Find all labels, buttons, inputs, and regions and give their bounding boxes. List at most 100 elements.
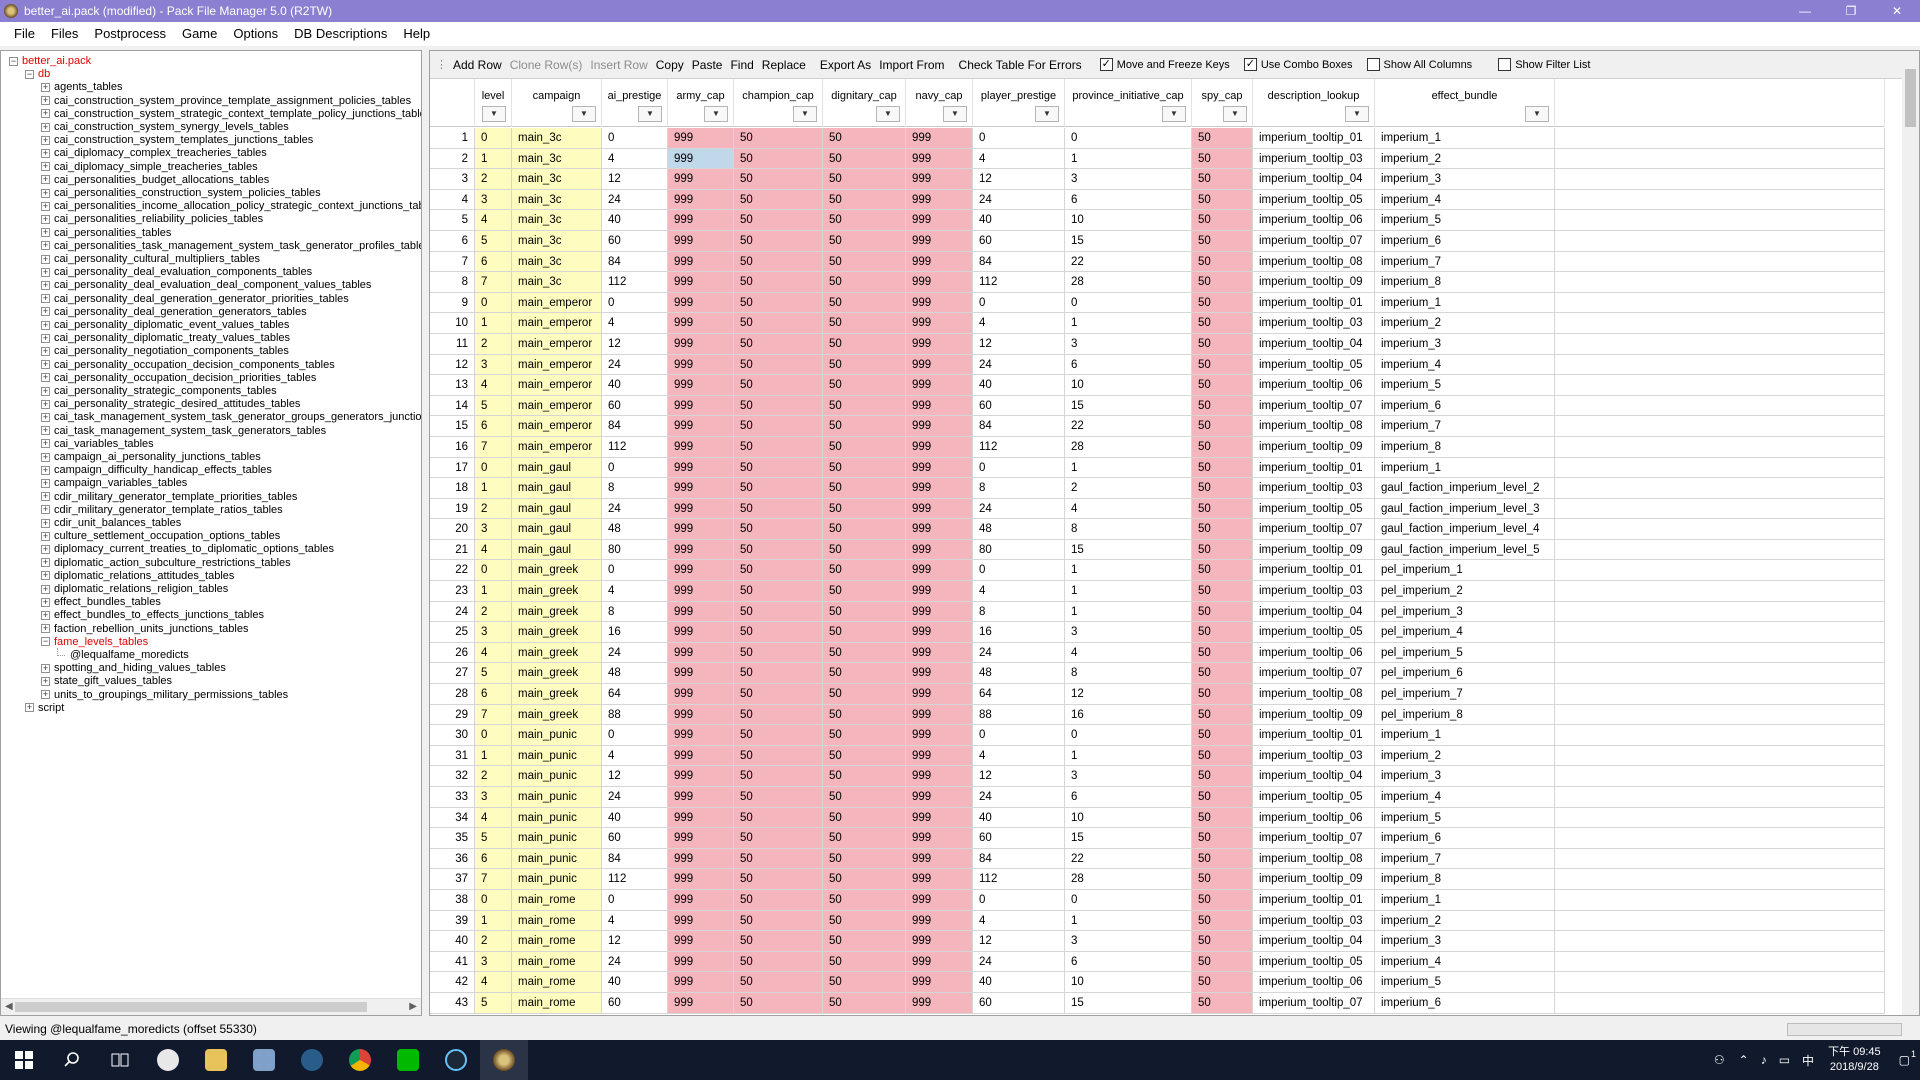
table-cell[interactable]: 6	[475, 251, 512, 273]
expand-icon[interactable]: +	[41, 254, 50, 264]
table-cell[interactable]: 84	[973, 848, 1065, 870]
table-cell[interactable]: 24	[973, 498, 1065, 520]
table-cell[interactable]: 84	[973, 251, 1065, 273]
table-cell[interactable]: 50	[734, 972, 823, 993]
table-cell[interactable]: main_gaul	[512, 457, 602, 479]
row-number[interactable]: 7	[430, 251, 475, 273]
table-cell[interactable]: 3	[1065, 622, 1192, 643]
table-cell[interactable]: imperium_2	[1375, 745, 1555, 767]
row-number[interactable]: 20	[430, 519, 475, 540]
row-number[interactable]: 41	[430, 951, 475, 973]
table-cell[interactable]: 50	[734, 704, 823, 726]
import-from-button[interactable]: Import From	[875, 58, 948, 72]
use-combo-boxes-checkbox[interactable]: ✓ Use Combo Boxes	[1243, 58, 1353, 71]
row-number[interactable]: 25	[430, 622, 475, 643]
table-cell[interactable]: imperium_tooltip_04	[1253, 333, 1375, 355]
table-cell[interactable]: 7	[475, 436, 512, 458]
table-cell[interactable]: 6	[1065, 354, 1192, 376]
table-cell[interactable]: 50	[823, 375, 906, 396]
table-cell[interactable]: 3	[1065, 931, 1192, 952]
row-number[interactable]: 30	[430, 725, 475, 746]
table-cell[interactable]: 50	[734, 436, 823, 458]
table-cell[interactable]: imperium_1	[1375, 725, 1555, 746]
expand-icon[interactable]: +	[41, 690, 50, 700]
table-cell[interactable]: 40	[602, 807, 668, 829]
table-cell[interactable]: 0	[602, 889, 668, 911]
table-cell[interactable]: 50	[823, 684, 906, 705]
table-cell[interactable]: 50	[823, 951, 906, 973]
table-cell[interactable]: imperium_tooltip_09	[1253, 704, 1375, 726]
menu-postprocess[interactable]: Postprocess	[86, 22, 174, 46]
table-cell[interactable]: 999	[906, 828, 973, 849]
table-cell[interactable]: 999	[906, 416, 973, 437]
table-cell[interactable]: imperium_tooltip_01	[1253, 128, 1375, 149]
search-icon[interactable]	[48, 1040, 96, 1080]
column-header-description-lookup[interactable]: description_lookup ▼	[1253, 79, 1375, 127]
table-cell[interactable]: 50	[734, 354, 823, 376]
table-cell[interactable]: imperium_tooltip_04	[1253, 931, 1375, 952]
expand-icon[interactable]: +	[41, 135, 50, 145]
column-header-army-cap[interactable]: army_cap ▼	[668, 79, 734, 127]
table-cell[interactable]: 50	[1192, 581, 1253, 602]
table-cell[interactable]: 999	[906, 972, 973, 993]
table-cell[interactable]: imperium_1	[1375, 457, 1555, 479]
table-cell[interactable]: imperium_tooltip_09	[1253, 539, 1375, 561]
table-cell[interactable]: 999	[668, 128, 734, 149]
table-cell[interactable]: 4	[475, 210, 512, 231]
table-cell[interactable]: imperium_2	[1375, 148, 1555, 170]
expand-icon[interactable]: +	[41, 610, 50, 620]
table-cell[interactable]: imperium_5	[1375, 210, 1555, 231]
table-cell[interactable]: 999	[668, 395, 734, 417]
table-cell[interactable]: 28	[1065, 436, 1192, 458]
table-cell[interactable]: 50	[1192, 189, 1253, 211]
app-launcher-icon[interactable]	[144, 1040, 192, 1080]
table-cell[interactable]: 2	[475, 601, 512, 623]
row-number[interactable]: 29	[430, 704, 475, 726]
table-cell[interactable]: 4	[475, 807, 512, 829]
table-cell[interactable]: 50	[1192, 972, 1253, 993]
table-row[interactable]: 5 4 main_3c 40 999 50 50 999 40 10 50 imperium_tool…	[430, 210, 1885, 231]
table-cell[interactable]: 999	[906, 889, 973, 911]
table-cell[interactable]: 60	[973, 992, 1065, 1014]
table-cell[interactable]: 15	[1065, 230, 1192, 252]
filter-dropdown-icon[interactable]: ▼	[943, 106, 967, 122]
table-cell[interactable]: pel_imperium_4	[1375, 622, 1555, 643]
table-cell[interactable]: 1	[1065, 601, 1192, 623]
table-cell[interactable]: 999	[906, 560, 973, 582]
table-cell[interactable]: 40	[602, 210, 668, 231]
table-cell[interactable]: 999	[906, 992, 973, 1014]
table-cell[interactable]: 50	[1192, 128, 1253, 149]
table-cell[interactable]: 50	[1192, 210, 1253, 231]
table-cell[interactable]: 999	[668, 745, 734, 767]
table-cell[interactable]: main_rome	[512, 951, 602, 973]
table-cell[interactable]: imperium_tooltip_07	[1253, 828, 1375, 849]
table-row[interactable]: 11 2 main_emperor 12 999 50 50 999 12 3 50 imperium…	[430, 333, 1885, 355]
table-cell[interactable]: 999	[906, 581, 973, 602]
table-cell[interactable]: 10	[1065, 375, 1192, 396]
table-cell[interactable]: imperium_6	[1375, 828, 1555, 849]
table-cell[interactable]: 3	[475, 519, 512, 540]
table-cell[interactable]: main_3c	[512, 128, 602, 149]
column-header-ai-prestige[interactable]: ai_prestige ▼	[602, 79, 668, 127]
table-cell[interactable]: 10	[1065, 210, 1192, 231]
table-row[interactable]: 7 6 main_3c 84 999 50 50 999 84 22 50 imperium_tool…	[430, 251, 1885, 273]
table-cell[interactable]: main_rome	[512, 931, 602, 952]
table-cell[interactable]: 50	[734, 992, 823, 1014]
table-cell[interactable]: imperium_tooltip_03	[1253, 910, 1375, 932]
task-view-icon[interactable]	[96, 1040, 144, 1080]
table-cell[interactable]: 50	[734, 663, 823, 685]
table-cell[interactable]: 999	[906, 272, 973, 293]
table-cell[interactable]: 50	[823, 663, 906, 685]
checked-box-icon[interactable]: ✓	[1099, 58, 1113, 71]
table-cell[interactable]: 999	[668, 581, 734, 602]
table-cell[interactable]: 50	[734, 189, 823, 211]
table-cell[interactable]: 8	[1065, 663, 1192, 685]
table-cell[interactable]: 22	[1065, 416, 1192, 437]
table-cell[interactable]: imperium_tooltip_03	[1253, 581, 1375, 602]
row-number[interactable]: 16	[430, 436, 475, 458]
table-cell[interactable]: 50	[1192, 539, 1253, 561]
table-cell[interactable]: 50	[823, 910, 906, 932]
column-header-province-initiative-cap[interactable]: province_initiative_cap ▼	[1065, 79, 1192, 127]
table-cell[interactable]: 10	[1065, 807, 1192, 829]
show-filter-list-checkbox[interactable]: Show Filter List	[1498, 58, 1590, 71]
